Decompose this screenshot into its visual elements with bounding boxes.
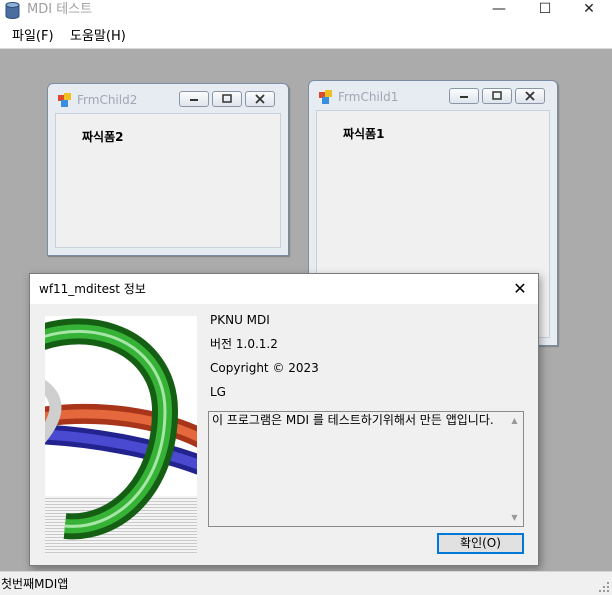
minimize-icon: [190, 99, 198, 101]
maximize-button[interactable]: ☐: [522, 0, 568, 20]
company-label: LG: [210, 385, 226, 399]
child-label: 짜식폼1: [343, 127, 385, 141]
maximize-icon: [222, 94, 232, 103]
vertical-scrollbar[interactable]: ▲ ▼: [506, 412, 523, 526]
rings-logo-image: [45, 316, 197, 554]
child-client-area: 짜식폼2: [55, 113, 281, 248]
version-label: 버전 1.0.1.2: [210, 337, 278, 351]
menu-help[interactable]: 도움말(H): [70, 28, 126, 45]
child-title-bar[interactable]: FrmChild1: [309, 81, 557, 109]
form-icon: [58, 93, 71, 107]
copyright-label: Copyright © 2023: [210, 361, 319, 375]
close-button[interactable]: ✕: [566, 0, 612, 20]
resize-grip-icon[interactable]: [598, 581, 610, 593]
child-window-frmchild2[interactable]: FrmChild2 짜식폼2: [47, 83, 289, 256]
description-text: 이 프로그램은 MDI 를 테스트하기위해서 만든 앱입니다.: [212, 413, 494, 427]
minimize-icon: [460, 96, 468, 98]
close-icon: [255, 94, 265, 104]
child-close-button[interactable]: [245, 91, 275, 107]
child-maximize-button[interactable]: [482, 88, 512, 104]
about-dialog: wf11_mditest 정보 ✕ PKNU MDI 버전 1.0.1.2 Co…: [29, 273, 539, 566]
product-name: PKNU MDI: [210, 313, 270, 327]
dialog-title-bar[interactable]: wf11_mditest 정보 ✕: [30, 274, 538, 304]
dialog-close-button[interactable]: ✕: [510, 279, 530, 299]
menu-file[interactable]: 파일(F): [12, 28, 54, 45]
child-label: 짜식폼2: [82, 130, 124, 144]
child-minimize-button[interactable]: [179, 91, 209, 107]
title-bar: MDI 테스트 — ☐ ✕: [0, 0, 612, 24]
child-title: FrmChild2: [77, 93, 138, 107]
maximize-icon: [492, 91, 502, 100]
child-close-button[interactable]: [515, 88, 545, 104]
status-bar: 첫번째MDI앱: [0, 571, 612, 595]
database-icon: [5, 2, 20, 19]
close-icon: [525, 91, 535, 101]
ok-button[interactable]: 확인(O): [437, 533, 524, 554]
scroll-down-icon[interactable]: ▼: [506, 509, 523, 526]
menu-bar: 파일(F) 도움말(H): [0, 24, 612, 49]
child-title: FrmChild1: [338, 90, 399, 104]
description-textbox[interactable]: 이 프로그램은 MDI 를 테스트하기위해서 만든 앱입니다. ▲ ▼: [208, 411, 524, 527]
form-icon: [319, 90, 332, 104]
product-logo: [45, 316, 197, 554]
scroll-up-icon[interactable]: ▲: [506, 412, 523, 429]
status-label: 첫번째MDI앱: [1, 577, 69, 591]
dialog-title: wf11_mditest 정보: [39, 282, 146, 296]
child-title-bar[interactable]: FrmChild2: [48, 84, 288, 112]
window-title: MDI 테스트: [27, 2, 93, 17]
child-maximize-button[interactable]: [212, 91, 242, 107]
child-minimize-button[interactable]: [449, 88, 479, 104]
minimize-button[interactable]: —: [476, 0, 522, 20]
